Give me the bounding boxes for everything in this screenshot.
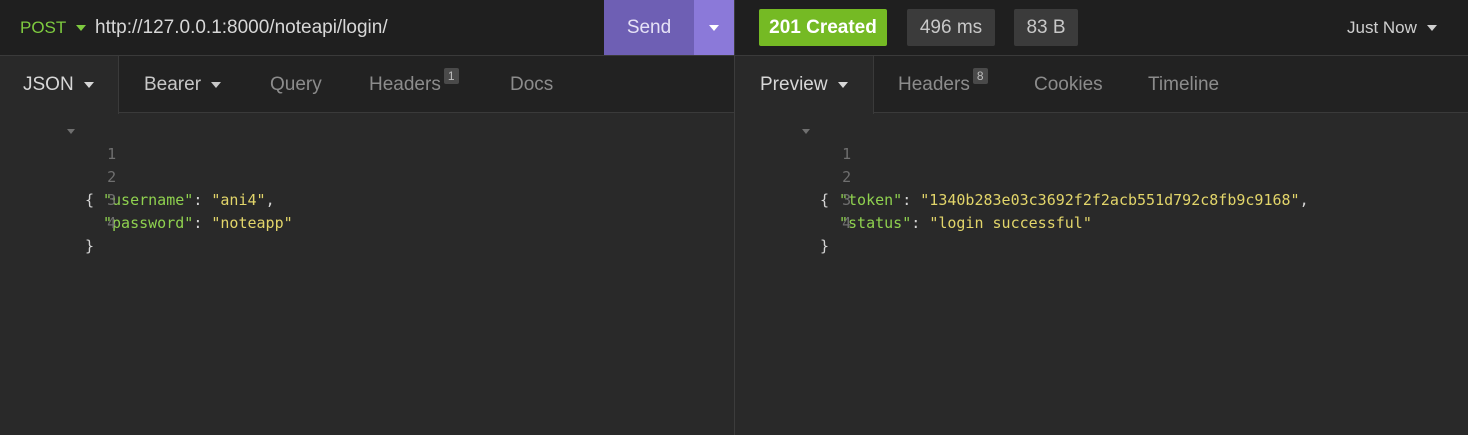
tab-auth-bearer[interactable]: Bearer	[144, 56, 222, 113]
tab-label: JSON	[23, 74, 74, 95]
url-bar: POST Send	[0, 0, 734, 56]
code-line: 1 {	[735, 120, 1468, 209]
code-line: 4 }	[735, 189, 1468, 255]
line-number: 4	[107, 214, 117, 232]
history-label: Just Now	[1347, 18, 1417, 37]
send-options-button[interactable]	[694, 0, 734, 55]
line-number: 4	[842, 214, 852, 232]
json-key: "password"	[103, 214, 194, 232]
tab-cookies[interactable]: Cookies	[1034, 56, 1103, 113]
chevron-down-icon	[1426, 25, 1437, 31]
tab-timeline[interactable]: Timeline	[1148, 56, 1219, 113]
response-tab-bar: Preview Headers 8 Cookies Timeline	[735, 56, 1468, 114]
headers-count-badge: 8	[972, 68, 988, 84]
response-pane: 201 Created 496 ms 83 B Just Now Preview…	[735, 0, 1468, 435]
headers-count-badge: 1	[443, 68, 459, 84]
code-line: 2 "token": "1340b283e03c3692f2f2acb551d7…	[735, 143, 1468, 209]
tab-label: Preview	[760, 74, 828, 95]
response-stats-bar: 201 Created 496 ms 83 B Just Now	[735, 0, 1468, 56]
json-value: "login successful"	[929, 214, 1092, 232]
chevron-down-icon	[76, 25, 87, 31]
method-label: POST	[20, 18, 67, 37]
url-input[interactable]	[95, 0, 595, 56]
code-line: 3 "password": "noteapp"	[0, 166, 734, 232]
tab-query[interactable]: Query	[270, 56, 322, 113]
chevron-down-icon	[837, 82, 848, 88]
request-tab-bar: JSON Bearer Query Headers 1 Docs	[0, 56, 734, 114]
tab-label: Timeline	[1148, 73, 1220, 95]
tab-label: Cookies	[1034, 73, 1103, 95]
method-select[interactable]: POST	[20, 0, 87, 56]
close-brace: }	[85, 237, 95, 255]
request-pane: POST Send JSON Bearer Query Headers 1 Do…	[0, 0, 734, 435]
response-history-dropdown[interactable]: Just Now	[1347, 0, 1437, 56]
status-badge: 201 Created	[759, 9, 887, 46]
tab-preview[interactable]: Preview	[735, 56, 874, 114]
tab-label: Docs	[510, 73, 554, 95]
code-line: 3 "status": "login successful"	[735, 166, 1468, 232]
response-time-badge: 496 ms	[907, 9, 995, 46]
chevron-down-icon	[83, 82, 94, 88]
send-button[interactable]: Send	[604, 0, 694, 55]
tab-label: Headers	[369, 73, 441, 95]
chevron-down-icon	[211, 81, 222, 88]
code-line: 1 {	[0, 120, 734, 209]
json-value: "noteapp"	[211, 214, 293, 232]
tab-label: Query	[270, 73, 322, 95]
tab-headers[interactable]: Headers 1	[369, 56, 459, 113]
fold-arrow-icon[interactable]	[802, 129, 810, 134]
send-label: Send	[626, 16, 672, 38]
code-line: 2 "username": "ani4",	[0, 143, 734, 209]
chevron-down-icon	[709, 24, 719, 31]
request-body-editor[interactable]: 1 { 2 "username": "ani4", 3 "password": …	[0, 120, 734, 255]
close-brace: }	[820, 237, 830, 255]
fold-arrow-icon[interactable]	[67, 129, 75, 134]
tab-label: Bearer	[144, 73, 202, 95]
tab-body-json[interactable]: JSON	[0, 56, 119, 114]
tab-label: Headers	[898, 73, 970, 95]
response-body-viewer: 1 { 2 "token": "1340b283e03c3692f2f2acb5…	[735, 120, 1468, 255]
tab-response-headers[interactable]: Headers 8	[898, 56, 988, 113]
code-line: 4 }	[0, 189, 734, 255]
tab-docs[interactable]: Docs	[510, 56, 553, 113]
response-size-badge: 83 B	[1014, 9, 1078, 46]
